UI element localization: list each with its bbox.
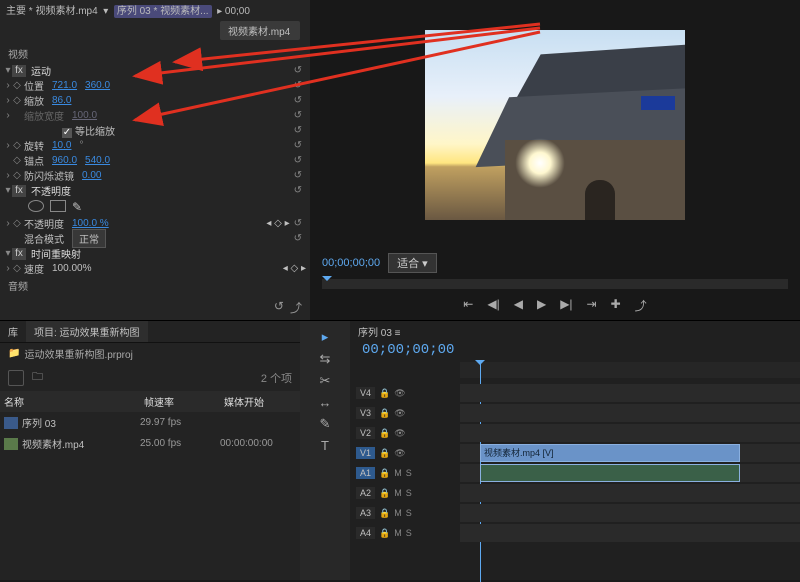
tool-button[interactable]: ↔ xyxy=(319,395,332,410)
tool-button[interactable]: T xyxy=(321,438,329,453)
timeline-timecode[interactable]: 00;00;00;00 xyxy=(350,342,800,362)
project-columns[interactable]: 名称帧速率媒体开始 xyxy=(0,391,300,412)
prop-antiflicker[interactable]: ›◇防闪烁滤镜 0.00↺ xyxy=(4,168,306,183)
monitor-scrubber[interactable] xyxy=(322,279,788,289)
project-item[interactable]: 视频素材.mp425.00 fps00:00:00:00 xyxy=(0,433,300,454)
section-audio: 音频 xyxy=(4,276,306,295)
section-video: 视频 xyxy=(4,44,306,63)
track[interactable]: V3🔒👁 xyxy=(350,404,800,422)
tab-library[interactable]: 库 xyxy=(0,321,26,342)
breadcrumb: 主要 * 视频素材.mp4 ▾ 序列 03 * 视频素材... ▸ 00;00 xyxy=(0,0,310,19)
tool-button[interactable]: ▸ xyxy=(322,329,329,345)
prop-anchor[interactable]: ◇锚点 960.0540.0↺ xyxy=(4,153,306,168)
timeline-clip[interactable] xyxy=(480,464,740,482)
mask-shapes[interactable]: ✎ xyxy=(4,198,306,216)
prop-uniform-scale[interactable]: ✓等比缩放↺ xyxy=(4,123,306,138)
folder-icon[interactable]: 🗀 xyxy=(32,368,43,387)
transport-button[interactable]: ▶ xyxy=(537,297,546,314)
ellipse-mask-icon xyxy=(28,200,44,212)
transport-button[interactable]: ⇤ xyxy=(463,297,473,314)
transport-controls[interactable]: ⇤ ◀| ◀ ▶ ▶| ⇥ ✚ ⤴ xyxy=(310,291,800,320)
project-filename: 📁 运动效果重新构图.prproj xyxy=(0,343,300,364)
transport-button[interactable]: ◀| xyxy=(487,297,499,314)
pen-mask-icon: ✎ xyxy=(72,200,82,214)
transport-button[interactable]: ⤴ xyxy=(635,297,647,314)
search-icon[interactable] xyxy=(8,370,24,386)
project-item[interactable]: 序列 0329.97 fps xyxy=(0,412,300,433)
track[interactable]: A1🔒MS xyxy=(350,464,800,482)
export-icon[interactable]: ⤴ xyxy=(290,299,302,316)
track[interactable]: A4🔒MS xyxy=(350,524,800,542)
prop-blend-mode[interactable]: 混合模式 正常↺ xyxy=(4,231,306,246)
item-count: 2 个项 xyxy=(261,370,292,386)
track[interactable]: V2🔒👁 xyxy=(350,424,800,442)
track[interactable]: A3🔒MS xyxy=(350,504,800,522)
transport-button[interactable]: ▶| xyxy=(560,297,572,314)
prop-rotation[interactable]: ›◇旋转 10.0°↺ xyxy=(4,138,306,153)
prop-scale[interactable]: ›◇缩放 86.0↺ xyxy=(4,93,306,108)
program-monitor[interactable] xyxy=(310,0,800,249)
tool-button[interactable]: ✂ xyxy=(320,373,331,389)
tool-button[interactable]: ✎ xyxy=(320,416,331,432)
rect-mask-icon xyxy=(50,200,66,212)
prop-scale-width: ›缩放宽度 100.0↺ xyxy=(4,108,306,123)
transport-button[interactable]: ✚ xyxy=(611,297,621,314)
reset-icon[interactable]: ↺ xyxy=(290,65,306,76)
track[interactable]: A2🔒MS xyxy=(350,484,800,502)
effect-opacity[interactable]: ▾fx不透明度↺ xyxy=(4,183,306,198)
effect-motion[interactable]: ▾fx运动↺ xyxy=(4,63,306,78)
prop-speed[interactable]: ›◇速度 100.00%◂ ◇ ▸ xyxy=(4,261,306,276)
timeline-clip[interactable]: 视频素材.mp4 [V] xyxy=(480,444,740,462)
effect-time-remap[interactable]: ▾fx时间重映射 xyxy=(4,246,306,261)
clip-tab[interactable]: 视频素材.mp4 xyxy=(220,21,300,40)
tab-project[interactable]: 项目: 运动效果重新构图 xyxy=(26,321,148,342)
transport-button[interactable]: ⇥ xyxy=(587,297,597,314)
zoom-fit-dropdown[interactable]: 适合 ▾ xyxy=(388,253,437,273)
sequence-tab[interactable]: 序列 03 xyxy=(358,328,392,339)
timeline-ruler[interactable] xyxy=(460,362,800,378)
track[interactable]: V4🔒👁 xyxy=(350,384,800,402)
tool-button[interactable]: ⇆ xyxy=(320,351,331,367)
reset-all-icon[interactable]: ↺ xyxy=(274,299,284,316)
transport-button[interactable]: ◀ xyxy=(514,297,523,314)
prop-position[interactable]: ›◇位置 721.0360.0↺ xyxy=(4,78,306,93)
track[interactable]: V1🔒👁视频素材.mp4 [V] xyxy=(350,444,800,462)
monitor-timecode[interactable]: 00;00;00;00 xyxy=(322,257,380,269)
